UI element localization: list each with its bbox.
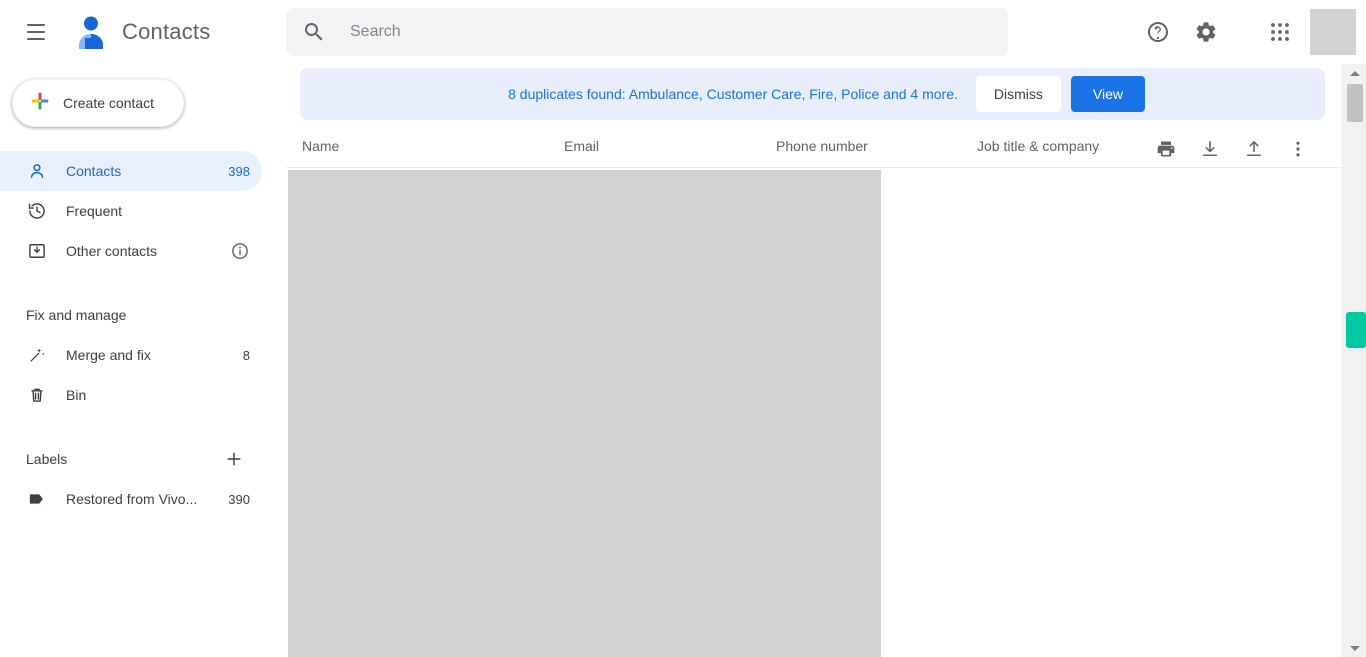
create-contact-button[interactable]: Create contact	[12, 79, 184, 127]
sidebar-section-labels: Labels	[0, 439, 286, 479]
scroll-up-arrow-icon[interactable]	[1343, 64, 1366, 82]
contacts-table-header: Name Email Phone number Job title & comp…	[286, 127, 1342, 168]
sidebar-item-frequent[interactable]: Frequent	[0, 191, 262, 231]
column-header-name[interactable]: Name	[302, 138, 339, 154]
sidebar-item-merge-and-fix[interactable]: Merge and fix 8	[0, 335, 262, 375]
top-bar: Contacts	[0, 0, 1366, 64]
column-header-email[interactable]: Email	[564, 138, 599, 154]
upload-icon[interactable]	[1236, 131, 1272, 167]
avatar[interactable]	[1310, 9, 1356, 55]
sidebar-item-label-restored-label: Restored from Vivo...	[66, 491, 198, 507]
person-icon	[26, 160, 48, 182]
more-options-icon[interactable]	[1280, 131, 1316, 167]
column-header-phone-number[interactable]: Phone number	[776, 138, 868, 154]
google-plus-icon	[29, 90, 51, 117]
duplicates-banner: 8 duplicates found: Ambulance, Customer …	[300, 68, 1325, 120]
sidebar-item-contacts-label: Contacts	[66, 163, 122, 179]
sidebar-item-label-restored[interactable]: Restored from Vivo... 390	[0, 479, 262, 519]
sidebar-section-fix-and-manage: Fix and manage	[0, 295, 286, 335]
print-icon[interactable]	[1148, 131, 1184, 167]
sidebar-item-label-restored-count: 390	[228, 491, 250, 507]
sidebar: Create contact Contacts 398 Frequent Oth…	[0, 64, 286, 657]
download-icon[interactable]	[1192, 131, 1228, 167]
search-input[interactable]	[350, 12, 950, 52]
sidebar-item-merge-and-fix-count: 8	[242, 347, 250, 363]
sidebar-item-frequent-label: Frequent	[66, 203, 123, 219]
label-tag-icon	[26, 488, 48, 510]
sidebar-item-other-contacts[interactable]: Other contacts	[0, 231, 262, 271]
top-bar-actions	[1134, 0, 1366, 64]
sidebar-item-bin-label: Bin	[66, 387, 87, 403]
trash-bin-icon	[26, 384, 48, 406]
scrollbar-thumb[interactable]	[1347, 84, 1363, 122]
page-title: Contacts	[122, 19, 211, 44]
magic-wand-icon	[26, 344, 48, 366]
table-header-actions	[1148, 131, 1316, 167]
sidebar-item-merge-and-fix-label: Merge and fix	[66, 347, 151, 363]
sidebar-item-bin[interactable]: Bin	[0, 375, 262, 415]
create-contact-label: Create contact	[63, 95, 155, 111]
sidebar-item-contacts[interactable]: Contacts 398	[0, 151, 262, 191]
apps-grid-icon[interactable]	[1256, 8, 1304, 56]
sidebar-nav: Contacts 398 Frequent Other contacts	[0, 151, 286, 271]
info-icon[interactable]	[230, 241, 250, 261]
plus-icon[interactable]	[224, 449, 244, 469]
search-bar[interactable]	[286, 8, 1008, 56]
vertical-scrollbar[interactable]	[1342, 64, 1366, 657]
dismiss-button[interactable]: Dismiss	[975, 76, 1061, 112]
main-content: 8 duplicates found: Ambulance, Customer …	[286, 64, 1342, 657]
duplicates-banner-actions: Dismiss View	[975, 76, 1145, 112]
contacts-app: Contacts Search Create contact Contacts …	[0, 0, 1366, 657]
sidebar-item-contacts-count: 398	[228, 163, 250, 179]
search-icon	[302, 20, 326, 44]
history-clock-icon	[26, 200, 48, 222]
duplicates-banner-message: 8 duplicates found: Ambulance, Customer …	[508, 86, 958, 102]
archive-box-icon	[26, 240, 48, 262]
sidebar-item-other-contacts-label: Other contacts	[66, 243, 158, 259]
help-icon[interactable]	[1134, 8, 1182, 56]
view-button[interactable]: View	[1070, 76, 1145, 112]
contacts-person-icon	[74, 14, 108, 50]
column-header-job-title-company[interactable]: Job title & company	[977, 138, 1099, 154]
labels-title: Labels	[26, 451, 68, 467]
gear-icon[interactable]	[1182, 8, 1230, 56]
app-brand[interactable]: Contacts	[74, 14, 210, 50]
scroll-down-arrow-icon[interactable]	[1343, 639, 1366, 657]
scroll-position-marker	[1346, 312, 1366, 348]
fix-and-manage-title: Fix and manage	[26, 307, 127, 323]
hamburger-menu-icon[interactable]	[12, 8, 60, 56]
contacts-list-placeholder	[288, 170, 881, 657]
